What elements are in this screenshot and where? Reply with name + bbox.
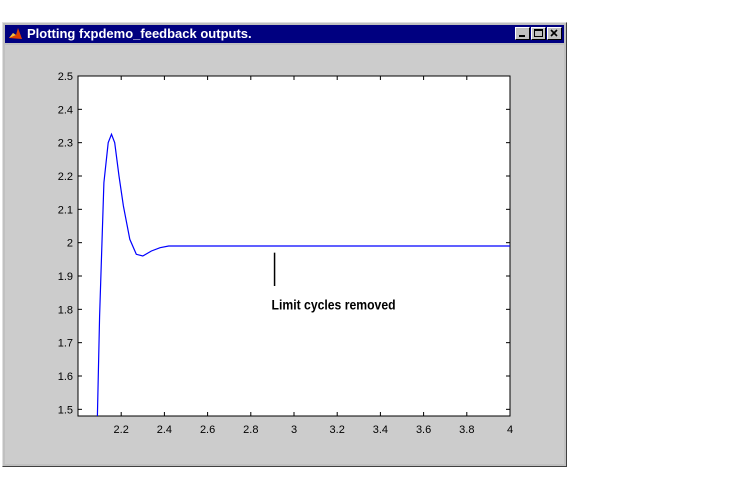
- x-tick-label: 2.6: [200, 424, 215, 436]
- x-tick-label: 3.6: [416, 424, 431, 436]
- title-bar[interactable]: Plotting fxpdemo_feedback outputs.: [5, 25, 564, 43]
- x-tick-label: 2.8: [243, 424, 258, 436]
- y-tick-label: 1.7: [58, 338, 73, 350]
- minimize-icon: [519, 35, 525, 37]
- close-button[interactable]: [547, 27, 562, 40]
- maximize-button[interactable]: [531, 27, 546, 40]
- annotation-label: Limit cycles removed: [272, 296, 396, 312]
- y-tick-label: 2.4: [58, 104, 73, 116]
- window-title: Plotting fxpdemo_feedback outputs.: [27, 26, 252, 41]
- figure-client-area: 2.2 2.4 2.6 2.8 3 3.2 3.4 3.6 3.8 4 1.5 1.6 1.7 1.8 1.…: [5, 45, 564, 464]
- y-tick-label: 2.2: [58, 171, 73, 183]
- x-tick-label: 2.2: [114, 424, 129, 436]
- x-tick-label: 3.2: [330, 424, 345, 436]
- y-tick-label: 1.9: [58, 271, 73, 283]
- x-tick-label: 2.4: [157, 424, 172, 436]
- figure-window: Plotting fxpdemo_feedback outputs. 2.2 2.…: [2, 22, 567, 467]
- x-tick-label: 3: [291, 424, 297, 436]
- y-tick-label: 1.5: [58, 404, 73, 416]
- minimize-button[interactable]: [515, 27, 530, 40]
- y-tick-label: 2.1: [58, 204, 73, 216]
- x-tick-label: 4: [507, 424, 513, 436]
- y-tick-label: 2.5: [58, 71, 73, 83]
- y-tick-label: 2.3: [58, 138, 73, 150]
- y-tick-label: 2: [67, 238, 73, 250]
- x-tick-label: 3.8: [459, 424, 474, 436]
- y-tick-label: 1.8: [58, 304, 73, 316]
- close-icon: [550, 29, 558, 37]
- y-tick-label: 1.6: [58, 371, 73, 383]
- line-plot[interactable]: 2.2 2.4 2.6 2.8 3 3.2 3.4 3.6 3.8 4 1.5 1.6 1.7 1.8 1.…: [5, 45, 564, 464]
- maximize-icon: [534, 29, 543, 37]
- matlab-logo-icon: [8, 26, 23, 41]
- x-tick-label: 3.4: [373, 424, 388, 436]
